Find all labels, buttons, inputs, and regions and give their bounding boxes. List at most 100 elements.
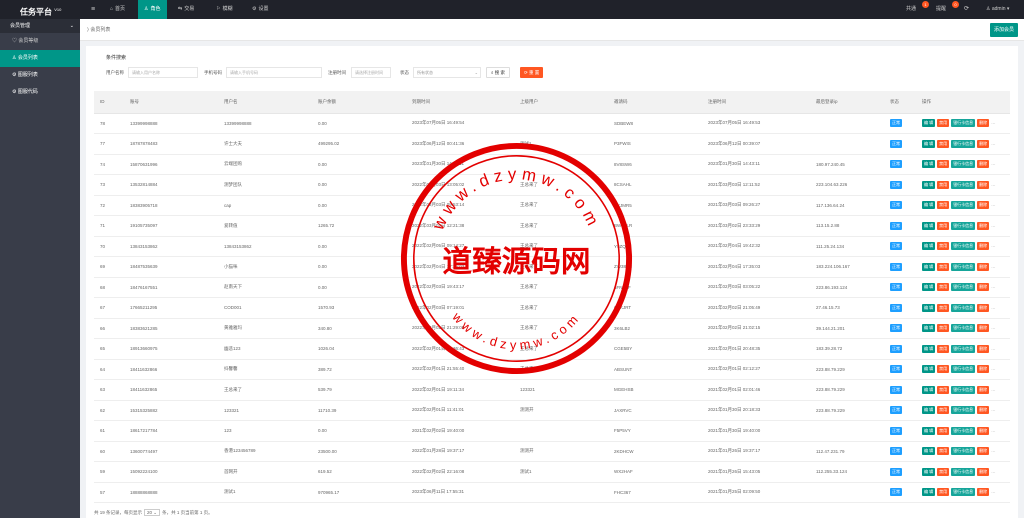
more-icon[interactable]: … — [991, 120, 996, 125]
disable-button[interactable]: 禁用 — [937, 283, 950, 292]
disable-button[interactable]: 禁用 — [937, 180, 950, 189]
bank-card-info-button[interactable]: 银行卡信息 — [951, 426, 976, 435]
more-icon[interactable]: … — [991, 489, 996, 494]
more-icon[interactable]: … — [991, 346, 996, 351]
edit-button[interactable]: 编 辑 — [922, 160, 936, 169]
edit-button[interactable]: 编 辑 — [922, 119, 936, 128]
disable-button[interactable]: 禁用 — [937, 447, 950, 456]
bank-card-info-button[interactable]: 银行卡信息 — [951, 324, 976, 333]
disable-button[interactable]: 禁用 — [937, 426, 950, 435]
more-icon[interactable]: … — [991, 387, 996, 392]
bank-card-info-button[interactable]: 银行卡信息 — [951, 447, 976, 456]
more-icon[interactable]: … — [991, 264, 996, 269]
delete-button[interactable]: 删除 — [977, 447, 990, 456]
more-icon[interactable]: … — [991, 284, 996, 289]
status-badge[interactable]: 正常 — [890, 385, 902, 394]
more-icon[interactable]: … — [991, 469, 996, 474]
status-badge[interactable]: 正常 — [890, 201, 902, 210]
more-icon[interactable]: … — [991, 305, 996, 310]
sidebar-item-server-code[interactable]: ⚙ 图服代码 — [0, 84, 80, 101]
delete-button[interactable]: 删除 — [977, 385, 990, 394]
more-icon[interactable]: … — [991, 182, 996, 187]
more-icon[interactable]: … — [991, 366, 996, 371]
bank-card-info-button[interactable]: 银行卡信息 — [951, 262, 976, 271]
status-badge[interactable]: 正常 — [890, 242, 902, 251]
status-badge[interactable]: 正常 — [890, 180, 902, 189]
disable-button[interactable]: 禁用 — [937, 324, 950, 333]
sidebar-group-members[interactable]: 会员管理 ⌄ — [0, 19, 80, 33]
delete-button[interactable]: 删除 — [977, 467, 990, 476]
edit-button[interactable]: 编 辑 — [922, 303, 936, 312]
status-badge[interactable]: 正常 — [890, 324, 902, 333]
more-icon[interactable]: … — [991, 161, 996, 166]
delete-button[interactable]: 删除 — [977, 221, 990, 230]
status-badge[interactable]: 正常 — [890, 119, 902, 128]
edit-button[interactable]: 编 辑 — [922, 180, 936, 189]
page-size-select[interactable]: 20 ⌄ — [144, 509, 161, 516]
sidebar-item-member-level[interactable]: ♡ 会员等级 — [0, 33, 80, 50]
edit-button[interactable]: 编 辑 — [922, 488, 936, 497]
status-badge[interactable]: 正常 — [890, 262, 902, 271]
edit-button[interactable]: 编 辑 — [922, 221, 936, 230]
delete-button[interactable]: 删除 — [977, 303, 990, 312]
bank-card-info-button[interactable]: 银行卡信息 — [951, 119, 976, 128]
edit-button[interactable]: 编 辑 — [922, 406, 936, 415]
more-icon[interactable]: … — [991, 141, 996, 146]
more-icon[interactable]: … — [991, 223, 996, 228]
bank-card-info-button[interactable]: 银行卡信息 — [951, 180, 976, 189]
status-badge[interactable]: 正常 — [890, 344, 902, 353]
alerts-button[interactable]: 共通 1 — [906, 0, 929, 19]
edit-button[interactable]: 编 辑 — [922, 201, 936, 210]
bank-card-info-button[interactable]: 银行卡信息 — [951, 242, 976, 251]
nav-blur[interactable]: ⚐ 模糊 — [210, 0, 239, 19]
delete-button[interactable]: 删除 — [977, 324, 990, 333]
delete-button[interactable]: 删除 — [977, 180, 990, 189]
more-icon[interactable]: … — [991, 202, 996, 207]
reset-button[interactable]: ⟳ 重 置 — [520, 67, 544, 78]
disable-button[interactable]: 禁用 — [937, 488, 950, 497]
delete-button[interactable]: 删除 — [977, 488, 990, 497]
more-icon[interactable]: … — [991, 448, 996, 453]
username-input[interactable]: 请输入用户名称 — [128, 67, 198, 78]
disable-button[interactable]: 禁用 — [937, 385, 950, 394]
bank-card-info-button[interactable]: 银行卡信息 — [951, 283, 976, 292]
messages-button[interactable]: 提醒 0 — [936, 0, 959, 19]
bank-card-info-button[interactable]: 银行卡信息 — [951, 344, 976, 353]
delete-button[interactable]: 删除 — [977, 201, 990, 210]
edit-button[interactable]: 编 辑 — [922, 242, 936, 251]
nav-trade[interactable]: ⇆ 交易 — [172, 0, 200, 19]
disable-button[interactable]: 禁用 — [937, 262, 950, 271]
status-badge[interactable]: 正常 — [890, 488, 902, 497]
bank-card-info-button[interactable]: 银行卡信息 — [951, 406, 976, 415]
bank-card-info-button[interactable]: 银行卡信息 — [951, 385, 976, 394]
disable-button[interactable]: 禁用 — [937, 119, 950, 128]
disable-button[interactable]: 禁用 — [937, 160, 950, 169]
bank-card-info-button[interactable]: 银行卡信息 — [951, 201, 976, 210]
edit-button[interactable]: 编 辑 — [922, 365, 936, 374]
nav-home[interactable]: ⌂ 首页 — [104, 0, 131, 19]
search-button[interactable]: ⌕ 搜 索 — [486, 67, 511, 78]
status-badge[interactable]: 正常 — [890, 426, 902, 435]
user-menu[interactable]: ♙ admin ▾ — [986, 0, 1009, 19]
disable-button[interactable]: 禁用 — [937, 303, 950, 312]
breadcrumb[interactable]: ⟩ 会员列表 — [87, 19, 110, 41]
status-badge[interactable]: 正常 — [890, 139, 902, 148]
delete-button[interactable]: 删除 — [977, 139, 990, 148]
phone-input[interactable]: 请输入手机号码 — [226, 67, 322, 78]
delete-button[interactable]: 删除 — [977, 119, 990, 128]
status-badge[interactable]: 正常 — [890, 221, 902, 230]
disable-button[interactable]: 禁用 — [937, 221, 950, 230]
bank-card-info-button[interactable]: 银行卡信息 — [951, 467, 976, 476]
status-badge[interactable]: 正常 — [890, 303, 902, 312]
register-time-input[interactable]: 请选择注册时间 — [351, 67, 391, 78]
bank-card-info-button[interactable]: 银行卡信息 — [951, 139, 976, 148]
app-brand[interactable]: 任务平台 V10 — [0, 0, 80, 19]
more-icon[interactable]: … — [991, 325, 996, 330]
nav-settings[interactable]: ⚙ 设置 — [246, 0, 275, 19]
delete-button[interactable]: 删除 — [977, 242, 990, 251]
more-icon[interactable]: … — [991, 407, 996, 412]
disable-button[interactable]: 禁用 — [937, 201, 950, 210]
delete-button[interactable]: 删除 — [977, 160, 990, 169]
edit-button[interactable]: 编 辑 — [922, 324, 936, 333]
disable-button[interactable]: 禁用 — [937, 406, 950, 415]
